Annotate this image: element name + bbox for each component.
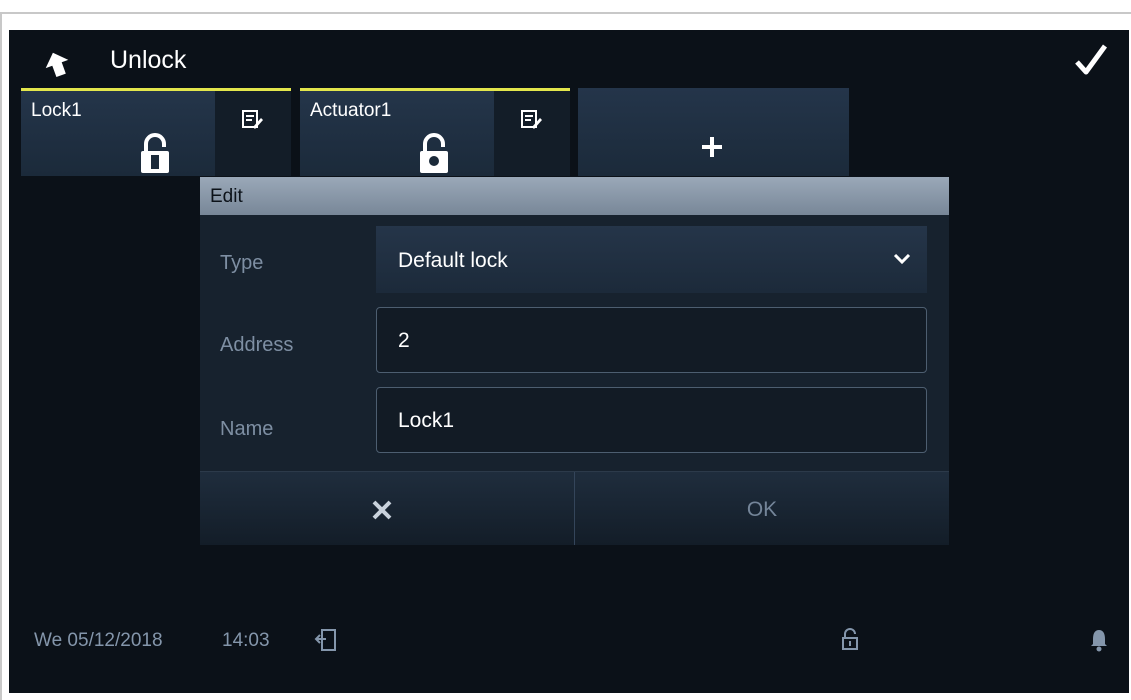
type-select[interactable]: Default lock [376,226,927,293]
name-label: Name [220,418,274,440]
confirm-check-icon[interactable] [1073,42,1109,78]
panel-screen: Unlock Lock1 Actuator1 Edit Type Default… [9,30,1129,693]
edit-icon[interactable] [520,109,542,131]
status-date: We 05/12/2018 [34,630,163,651]
lock-icon [420,133,448,173]
type-label: Type [220,252,264,274]
ok-button[interactable]: OK [575,472,949,545]
edit-dialog: Edit Type Default lock Address 2 Name Lo… [200,177,949,545]
tile-label: Actuator1 [310,100,392,121]
tile-edit-area[interactable] [215,91,291,176]
lock-icon [141,133,169,173]
add-lock-tile[interactable] [578,88,849,176]
address-input[interactable]: 2 [376,307,927,373]
address-label: Address [220,334,294,356]
cancel-button[interactable] [200,472,574,545]
door-exit-icon[interactable] [314,627,338,653]
lock-tile-lock1[interactable]: Lock1 [21,88,291,176]
status-time: 14:03 [222,630,270,651]
page-title: Unlock [110,46,187,74]
plus-icon [702,137,722,157]
bell-icon[interactable] [1089,628,1109,652]
tile-label: Lock1 [31,100,82,121]
dialog-title: Edit [200,177,949,215]
back-arrow-icon[interactable] [43,50,71,78]
lock-status-icon[interactable] [841,627,859,651]
name-input[interactable]: Lock1 [376,387,927,453]
tile-edit-area[interactable] [494,91,570,176]
chevron-down-icon [893,253,911,265]
lock-tile-actuator1[interactable]: Actuator1 [300,88,570,176]
type-select-value: Default lock [398,249,508,272]
close-icon [372,500,392,520]
edit-icon[interactable] [241,109,263,131]
